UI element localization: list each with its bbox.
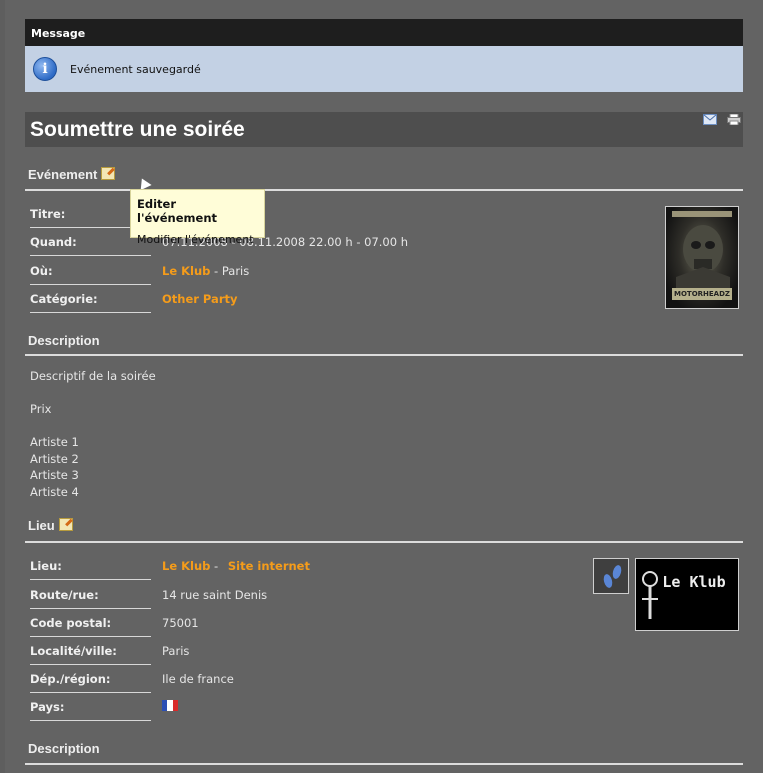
- code-postal-value: 75001: [162, 616, 199, 630]
- venue-logo-art: Le Klub: [642, 571, 726, 619]
- divider: [25, 354, 743, 356]
- message-body: i Evénement sauvegardé: [25, 46, 743, 92]
- venue-city: - Paris: [210, 264, 250, 278]
- france-flag-icon: [162, 700, 178, 711]
- email-icon[interactable]: [703, 114, 717, 125]
- region-label: Dép./région:: [30, 672, 151, 693]
- description-text: Descriptif de la soirée Prix Artiste 1 A…: [30, 368, 156, 500]
- edit-event-tooltip: Editer l'événement Modifier l'événement: [130, 189, 265, 246]
- lieu-label: Lieu:: [30, 559, 151, 580]
- title-bar: Soumettre une soirée: [25, 112, 743, 147]
- category-link[interactable]: Other Party: [162, 292, 237, 306]
- event-section-heading: Evénement: [28, 167, 116, 182]
- venue-logo-text: Le Klub: [662, 573, 725, 591]
- event-heading-text: Evénement: [28, 167, 98, 182]
- route-value: 14 rue saint Denis: [162, 588, 268, 602]
- code-postal-label: Code postal:: [30, 616, 151, 637]
- description-heading: Description: [28, 333, 100, 348]
- event-flyer-image[interactable]: MOTORHEADZ: [665, 206, 739, 309]
- description-line: Artiste 2: [30, 451, 79, 466]
- ville-label: Localité/ville:: [30, 644, 151, 665]
- separator: -: [210, 559, 222, 573]
- ou-value: Le Klub - Paris: [162, 264, 249, 278]
- print-icon[interactable]: [727, 114, 741, 125]
- website-link[interactable]: Site internet: [228, 559, 310, 573]
- pays-label: Pays:: [30, 700, 151, 721]
- venue-description-heading: Description: [28, 741, 100, 756]
- lieu-heading-text: Lieu: [28, 518, 55, 533]
- tooltip-title: Editer l'événement: [137, 197, 218, 225]
- description-line: Artiste 3: [30, 468, 79, 482]
- description-line: Artiste 4: [30, 484, 79, 499]
- flyer-text: MOTORHEADZ: [672, 288, 732, 300]
- pays-value: [162, 698, 178, 712]
- venue-link[interactable]: Le Klub: [162, 559, 210, 573]
- lieu-value: Le Klub - Site internet: [162, 559, 310, 573]
- lieu-section-heading: Lieu: [28, 518, 73, 533]
- quand-label: Quand:: [30, 235, 151, 256]
- description-line: Prix: [30, 402, 52, 416]
- venue-logo-image[interactable]: Le Klub: [635, 558, 739, 631]
- divider: [25, 541, 743, 543]
- route-label: Route/rue:: [30, 588, 151, 609]
- directions-icon[interactable]: [593, 558, 629, 594]
- page-title: Soumettre une soirée: [30, 118, 245, 141]
- description-line: Descriptif de la soirée: [30, 369, 156, 383]
- venue-link[interactable]: Le Klub: [162, 264, 210, 278]
- ou-label: Où:: [30, 264, 151, 285]
- description-line: [30, 418, 156, 435]
- footprints-icon: [603, 565, 622, 588]
- description-line: [30, 385, 156, 402]
- description-line: Artiste 1: [30, 435, 79, 449]
- edit-venue-icon[interactable]: [58, 518, 73, 531]
- ville-value: Paris: [162, 644, 190, 658]
- edit-event-icon[interactable]: [101, 167, 116, 180]
- info-icon: i: [33, 57, 57, 81]
- message-header: Message: [25, 19, 743, 46]
- categorie-label: Catégorie:: [30, 292, 151, 313]
- tooltip-text: Modifier l'événement: [137, 233, 254, 246]
- categorie-value: Other Party: [162, 292, 237, 306]
- divider: [25, 763, 743, 765]
- message-text: Evénement sauvegardé: [70, 63, 201, 76]
- region-value: Ile de france: [162, 672, 234, 686]
